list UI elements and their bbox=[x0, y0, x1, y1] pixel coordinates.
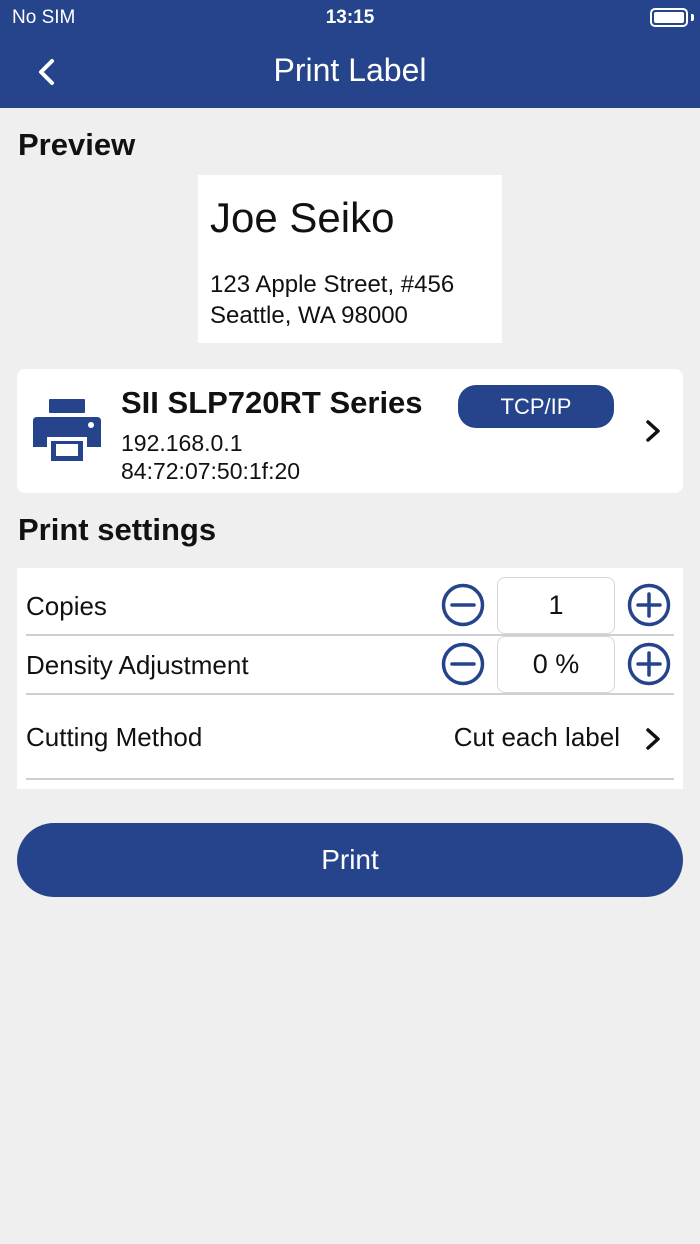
chevron-right-icon bbox=[646, 420, 660, 442]
copies-label: Copies bbox=[26, 591, 107, 621]
label-address-line1: 123 Apple Street, #456 bbox=[210, 271, 455, 298]
printer-ip-address: 192.168.0.1 bbox=[121, 430, 243, 456]
printer-icon bbox=[33, 399, 101, 461]
printer-name: SII SLP720RT Series bbox=[121, 385, 423, 420]
status-time: 13:15 bbox=[325, 7, 375, 28]
copies-value[interactable]: 1 bbox=[497, 577, 615, 634]
density-increment-button[interactable] bbox=[626, 641, 672, 687]
nav-bar: No SIM 13:15 Print Label bbox=[0, 0, 700, 108]
print-settings-heading: Print settings bbox=[18, 512, 217, 547]
battery-tip bbox=[691, 14, 694, 21]
cutting-method-value: Cut each label bbox=[453, 722, 620, 752]
label-preview: Joe Seiko 123 Apple Street, #456 Seattle… bbox=[198, 175, 502, 343]
row-divider bbox=[26, 778, 674, 780]
print-settings-list: Copies 1 Density Adjustment 0 % Cutting … bbox=[17, 568, 683, 789]
label-name: Joe Seiko bbox=[210, 194, 395, 241]
copies-decrement-button[interactable] bbox=[440, 582, 486, 628]
print-button[interactable]: Print bbox=[17, 823, 683, 897]
copies-increment-button[interactable] bbox=[626, 582, 672, 628]
chevron-right-icon bbox=[646, 728, 660, 750]
connection-type-badge: TCP/IP bbox=[458, 385, 614, 428]
density-value[interactable]: 0 % bbox=[497, 636, 615, 693]
preview-heading: Preview bbox=[18, 127, 136, 162]
printer-card[interactable]: SII SLP720RT Series TCP/IP 192.168.0.1 8… bbox=[17, 369, 683, 493]
density-decrement-button[interactable] bbox=[440, 641, 486, 687]
label-address-line2: Seattle, WA 98000 bbox=[210, 302, 408, 329]
label-address: 123 Apple Street, #456 Seattle, WA 98000 bbox=[210, 269, 490, 331]
page-title: Print Label bbox=[273, 52, 427, 88]
printer-mac-address: 84:72:07:50:1f:20 bbox=[121, 458, 301, 484]
battery-icon bbox=[650, 8, 688, 27]
density-label: Density Adjustment bbox=[26, 650, 249, 680]
cutting-method-label: Cutting Method bbox=[26, 722, 203, 752]
status-bar: No SIM 13:15 bbox=[0, 0, 700, 36]
